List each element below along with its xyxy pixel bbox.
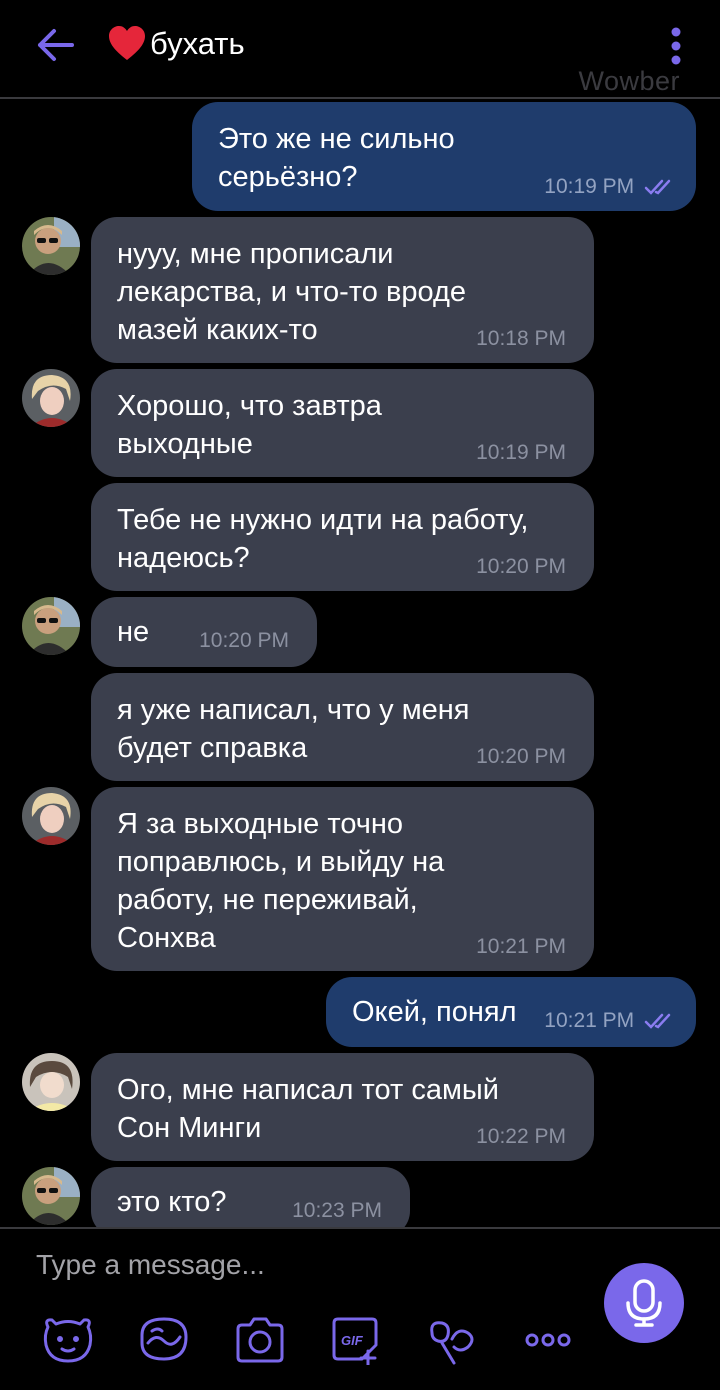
- message-bubble-incoming[interactable]: это кто? 10:23 PM: [91, 1167, 410, 1227]
- microphone-button[interactable]: [604, 1263, 684, 1343]
- message-timestamp: 10:21 PM: [476, 935, 566, 958]
- kebab-menu-icon[interactable]: [664, 26, 688, 66]
- message-time: 10:21 PM: [544, 1009, 676, 1033]
- chat-header: бухать Wowber: [0, 0, 720, 99]
- message-text: Окей, понял: [352, 996, 517, 1028]
- message-bubble-incoming[interactable]: не 10:20 PM: [91, 597, 317, 667]
- message-timestamp: 10:23 PM: [292, 1199, 382, 1222]
- message-bubble-outgoing[interactable]: Окей, понял 10:21 PM: [326, 977, 696, 1047]
- double-check-icon: [644, 1014, 671, 1030]
- camera-icon[interactable]: [232, 1315, 288, 1365]
- message-timestamp: 10:22 PM: [476, 1125, 566, 1148]
- message-bubble-incoming[interactable]: я уже написал, что у меня будет справка …: [91, 673, 594, 781]
- message-bubble-incoming[interactable]: Тебе не нужно идти на работу, надеюсь? 1…: [91, 483, 594, 591]
- message-timestamp: 10:19 PM: [476, 441, 566, 464]
- microphone-icon: [626, 1279, 662, 1327]
- message-bubble-incoming[interactable]: Ого, мне написал тот самый Сон Минги 10:…: [91, 1053, 594, 1161]
- message-timestamp: 10:21 PM: [544, 1009, 635, 1032]
- watermark: Wowber: [578, 66, 680, 96]
- message-time: 10:19 PM: [544, 175, 676, 199]
- composer-divider: [0, 1227, 720, 1229]
- svg-text:GIF: GIF: [341, 1333, 364, 1348]
- message-composer: Type a message... GIF: [0, 1227, 720, 1390]
- sticker-bear-icon[interactable]: [40, 1315, 96, 1365]
- avatar-male-sunglasses[interactable]: [22, 217, 80, 275]
- message-timestamp: 10:19 PM: [544, 175, 635, 198]
- message-list[interactable]: Это же не сильно серьёзно? 10:19 PM нууу…: [0, 99, 720, 1227]
- avatar-girl[interactable]: [22, 1053, 80, 1111]
- message-bubble-outgoing[interactable]: Это же не сильно серьёзно? 10:19 PM: [192, 102, 696, 211]
- message-timestamp: 10:20 PM: [476, 555, 566, 578]
- chat-title[interactable]: бухать: [108, 26, 245, 62]
- gif-icon[interactable]: GIF: [328, 1315, 384, 1365]
- message-timestamp: 10:18 PM: [476, 327, 566, 350]
- arrow-left-icon[interactable]: [34, 25, 76, 65]
- avatar-blonde[interactable]: [22, 369, 80, 427]
- message-timestamp: 10:20 PM: [199, 629, 289, 652]
- message-bubble-incoming[interactable]: Я за выходные точно поправлюсь, и выйду …: [91, 787, 594, 971]
- message-timestamp: 10:20 PM: [476, 745, 566, 768]
- message-bubble-incoming[interactable]: нууу, мне прописали лекарства, и что-то …: [91, 217, 594, 363]
- avatar-blonde[interactable]: [22, 787, 80, 845]
- avatar-male-sunglasses[interactable]: [22, 597, 80, 655]
- message-bubble-incoming[interactable]: Хорошо, что завтра выходные 10:19 PM: [91, 369, 594, 477]
- heart-icon: [109, 26, 145, 60]
- message-input[interactable]: Type a message...: [36, 1249, 556, 1287]
- avatar-male-sunglasses[interactable]: [22, 1167, 80, 1225]
- emoji-flower-icon[interactable]: [424, 1315, 480, 1365]
- chat-title-text: бухать: [150, 26, 245, 61]
- more-dots-icon[interactable]: [520, 1315, 576, 1365]
- doodle-icon[interactable]: [136, 1315, 192, 1365]
- double-check-icon: [644, 180, 671, 196]
